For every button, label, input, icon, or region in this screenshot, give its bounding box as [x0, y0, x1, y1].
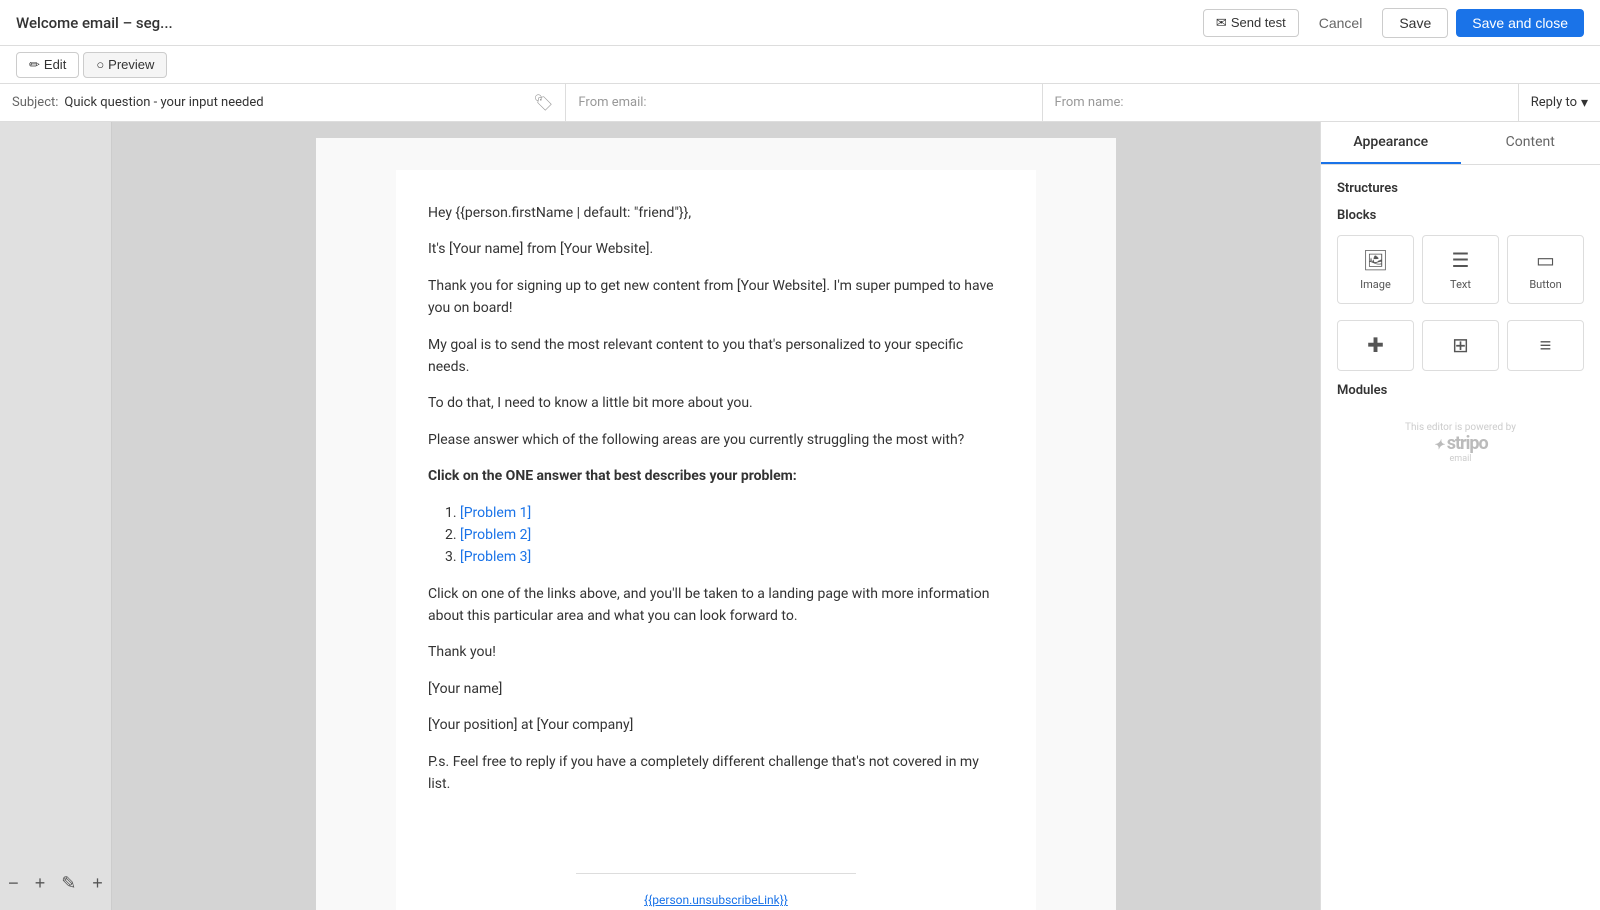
modules-grid: ✚ ⊞ ≡: [1337, 320, 1584, 371]
from-name-field[interactable]: From name:: [1043, 84, 1519, 121]
right-panel-tabs: Appearance Content: [1321, 122, 1600, 165]
list-item: [Problem 1]: [460, 502, 1004, 524]
grid-icon: ⊞: [1452, 333, 1469, 357]
send-icon: ✉: [1216, 15, 1227, 31]
text-icon: ☰: [1452, 248, 1470, 272]
greeting-line: Hey {{person.firstName | default: "frien…: [428, 202, 1004, 224]
edit-preview-bar: ✏ Edit ○ Preview: [0, 46, 1600, 84]
meta-bar: Subject: Quick question - your input nee…: [0, 84, 1600, 122]
block-text[interactable]: ☰ Text: [1422, 235, 1499, 304]
block-text-label: Text: [1450, 278, 1471, 291]
list-item: [Problem 2]: [460, 524, 1004, 546]
email-content: Hey {{person.firstName | default: "frien…: [396, 170, 1036, 841]
tab-appearance[interactable]: Appearance: [1321, 122, 1461, 164]
button-icon: ▭: [1536, 248, 1555, 272]
from-email-field[interactable]: From email:: [566, 84, 1042, 121]
right-panel: Appearance Content Structures Blocks 🖼 I…: [1320, 122, 1600, 910]
module-list[interactable]: ≡: [1507, 320, 1584, 371]
preview-icon: ○: [96, 57, 104, 72]
main-layout: − + ✎ + Hey {{person.firstName | default…: [0, 122, 1600, 910]
tab-content[interactable]: Content: [1461, 122, 1600, 164]
from-name-placeholder: From name:: [1055, 95, 1124, 110]
block-button-label: Button: [1529, 278, 1561, 291]
structures-title: Structures: [1337, 181, 1584, 196]
block-image-label: Image: [1360, 278, 1391, 291]
save-button[interactable]: Save: [1382, 8, 1448, 38]
line4: To do that, I need to know a little bit …: [428, 392, 1004, 414]
unsubscribe-link[interactable]: {{person.unsubscribeLink}}: [644, 893, 788, 907]
block-image[interactable]: 🖼 Image: [1337, 235, 1414, 304]
from-email-placeholder: From email:: [578, 95, 646, 110]
edit-icon: ✏: [29, 57, 40, 73]
bold-line: Click on the ONE answer that best descri…: [428, 465, 1004, 487]
email-body: Hey {{person.firstName | default: "frien…: [316, 138, 1116, 910]
powered-by: This editor is powered by ✦ stripo email: [1337, 410, 1584, 476]
send-test-button[interactable]: ✉ Send test: [1203, 9, 1299, 37]
line2: Thank you for signing up to get new cont…: [428, 275, 1004, 320]
problem3-link[interactable]: [Problem 3]: [460, 549, 531, 565]
top-bar: Welcome email – seg... ✉ Send test Cance…: [0, 0, 1600, 46]
list-item: [Problem 3]: [460, 546, 1004, 568]
subject-field: Subject: Quick question - your input nee…: [0, 84, 566, 121]
subject-value[interactable]: Quick question - your input needed: [64, 95, 527, 110]
right-panel-content: Structures Blocks 🖼 Image ☰ Text ▭ Butto…: [1321, 165, 1600, 910]
email-footer: {{person.unsubscribeLink}} Your footer i…: [396, 841, 1036, 910]
save-and-close-button[interactable]: Save and close: [1456, 9, 1584, 37]
blocks-grid: 🖼 Image ☰ Text ▭ Button: [1337, 235, 1584, 304]
tag-icon[interactable]: 🏷: [533, 93, 553, 112]
reply-to-field[interactable]: Reply to ▾: [1519, 84, 1600, 121]
add-module-icon: ✚: [1367, 333, 1384, 357]
signature-position: [Your position] at [Your company]: [428, 714, 1004, 736]
stripo-brand: ✦ stripo: [1349, 433, 1572, 454]
modules-title: Modules: [1337, 383, 1584, 398]
problem2-link[interactable]: [Problem 2]: [460, 527, 531, 543]
reply-to-label: Reply to: [1531, 95, 1577, 110]
left-sidebar: − + ✎ +: [0, 122, 112, 910]
footer-divider: [576, 873, 856, 874]
footer-text: {{person.unsubscribeLink}} Your footer i…: [428, 890, 1004, 910]
zoom-in-small-button[interactable]: +: [35, 873, 46, 894]
preview-button[interactable]: ○ Preview: [83, 52, 167, 78]
problem-list: [Problem 1] [Problem 2] [Problem 3]: [460, 502, 1004, 569]
cancel-button[interactable]: Cancel: [1307, 9, 1375, 37]
stripo-sub: email: [1349, 454, 1572, 464]
powered-by-text: This editor is powered by: [1349, 422, 1572, 433]
list-icon: ≡: [1540, 333, 1552, 358]
problem1-link[interactable]: [Problem 1]: [460, 505, 531, 521]
blocks-title: Blocks: [1337, 208, 1584, 223]
module-grid[interactable]: ⊞: [1422, 320, 1499, 371]
email-container: Hey {{person.firstName | default: "frien…: [316, 138, 1116, 910]
after-links: Click on one of the links above, and you…: [428, 583, 1004, 628]
image-icon: 🖼: [1363, 248, 1388, 272]
draw-button[interactable]: ✎: [61, 873, 76, 894]
email-text: Hey {{person.firstName | default: "frien…: [428, 202, 1004, 795]
line3: My goal is to send the most relevant con…: [428, 334, 1004, 379]
block-button[interactable]: ▭ Button: [1507, 235, 1584, 304]
sidebar-tools: − + ✎ +: [0, 865, 111, 902]
subject-label: Subject:: [12, 95, 58, 110]
add-button[interactable]: +: [92, 873, 103, 894]
top-bar-actions: ✉ Send test Cancel Save Save and close: [1203, 8, 1584, 38]
zoom-out-button[interactable]: −: [8, 873, 19, 894]
edit-button[interactable]: ✏ Edit: [16, 52, 79, 78]
module-add[interactable]: ✚: [1337, 320, 1414, 371]
email-canvas[interactable]: Hey {{person.firstName | default: "frien…: [112, 122, 1320, 910]
thank-you: Thank you!: [428, 641, 1004, 663]
signature-name: [Your name]: [428, 678, 1004, 700]
ps-line: P.s. Feel free to reply if you have a co…: [428, 751, 1004, 796]
line5: Please answer which of the following are…: [428, 429, 1004, 451]
page-title: Welcome email – seg...: [16, 14, 173, 32]
line1: It's [Your name] from [Your Website].: [428, 238, 1004, 260]
edit-bar-left: ✏ Edit ○ Preview: [16, 52, 167, 78]
chevron-down-icon: ▾: [1581, 95, 1588, 111]
